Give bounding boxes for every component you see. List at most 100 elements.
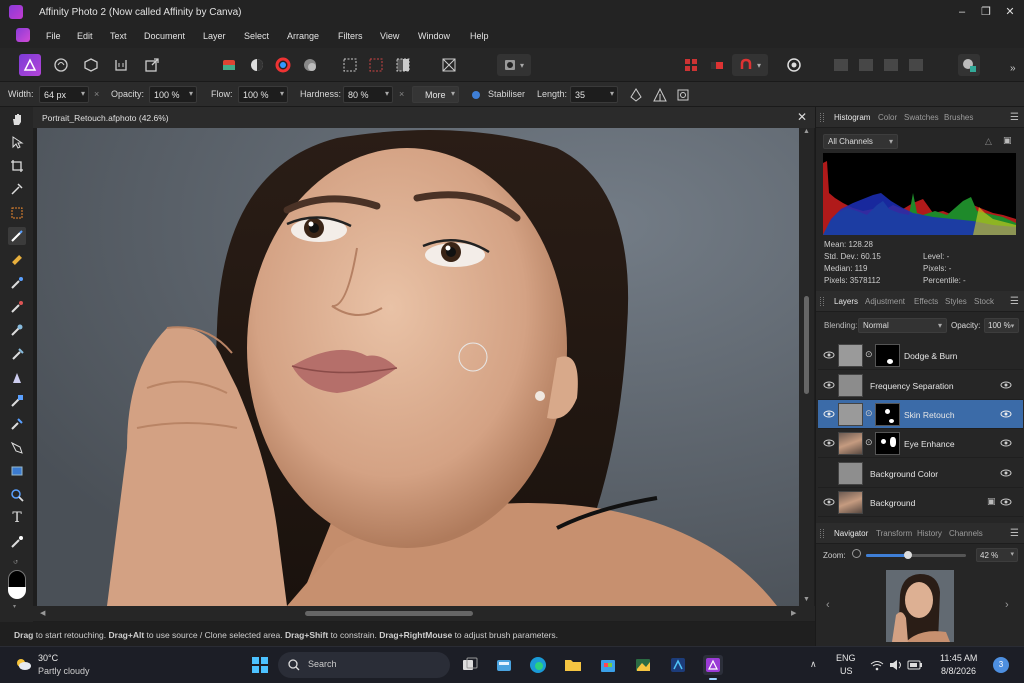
text-tool-icon[interactable]: T [8, 509, 26, 527]
language-code[interactable]: ENG [836, 653, 856, 663]
menu-filters[interactable]: Filters [338, 31, 363, 41]
language-region[interactable]: US [840, 666, 853, 676]
menu-document[interactable]: Document [144, 31, 185, 41]
edge-browser-icon[interactable] [528, 655, 548, 675]
show-hidden-icons[interactable]: ∧ [810, 659, 817, 670]
navigator-preview[interactable] [886, 570, 954, 642]
tone-mapping-persona-icon[interactable] [110, 54, 132, 76]
close-document-icon[interactable]: ✕ [797, 110, 807, 124]
microsoft-store-icon[interactable] [598, 655, 618, 675]
visibility-icon[interactable] [1000, 379, 1012, 391]
volume-icon[interactable] [889, 659, 903, 671]
tab-color[interactable]: Color [878, 113, 897, 122]
tab-histogram[interactable]: Histogram [834, 113, 870, 122]
vertical-scrollbar[interactable]: ▲ ▼ [799, 128, 814, 606]
menu-edit[interactable]: Edit [77, 31, 93, 41]
eye-icon[interactable] [823, 349, 835, 361]
navigator-prev-icon[interactable]: ‹ [826, 599, 830, 611]
mesh-warp-tool-icon[interactable] [8, 533, 26, 551]
panel-menu-icon[interactable]: ☰ [1010, 112, 1019, 123]
export-persona-icon[interactable] [141, 54, 163, 76]
auto-levels-icon[interactable] [218, 54, 240, 76]
menu-layer[interactable]: Layer [203, 31, 226, 41]
color-picker-tool-icon[interactable] [8, 180, 26, 198]
tools-expand-icon[interactable]: ▾ [13, 603, 16, 610]
tab-channels[interactable]: Channels [949, 529, 983, 538]
maximize-button[interactable]: ❐ [979, 5, 993, 19]
flood-select-tool-icon[interactable] [8, 415, 26, 433]
layer-row-background-color[interactable]: Background Color [818, 459, 1023, 488]
horizontal-scroll-thumb[interactable] [305, 611, 473, 616]
menu-select[interactable]: Select [244, 31, 269, 41]
window-mode-icon[interactable] [652, 87, 668, 103]
visibility-icon[interactable] [1000, 408, 1012, 420]
notifications-badge[interactable]: 3 [993, 657, 1009, 673]
flow-field[interactable]: 100 % ▾ [238, 86, 288, 103]
blend-mode-select[interactable]: Normal ▾ [858, 318, 947, 333]
scroll-left-icon[interactable]: ◀ [40, 609, 45, 617]
snapping-options-dropdown[interactable]: ▾ [732, 54, 768, 76]
order-backward-icon[interactable] [855, 54, 877, 76]
develop-persona-icon[interactable] [80, 54, 102, 76]
order-back-icon[interactable] [830, 54, 852, 76]
document-canvas[interactable] [37, 128, 799, 606]
selection-brush-tool-icon[interactable] [8, 204, 26, 222]
panel-menu-icon[interactable]: ☰ [1010, 296, 1019, 307]
zoom-field[interactable]: 42 % ▾ [976, 548, 1018, 562]
auto-colors-icon[interactable] [272, 54, 294, 76]
invert-selection-icon[interactable] [392, 54, 414, 76]
file-explorer-icon[interactable] [563, 655, 583, 675]
lock-icon[interactable]: ▣ [987, 496, 996, 507]
brush-options-icon[interactable] [675, 87, 691, 103]
zoom-tool-icon[interactable] [8, 486, 26, 504]
width-reset-icon[interactable]: × [94, 89, 99, 99]
tab-brushes[interactable]: Brushes [944, 113, 973, 122]
transform-icon[interactable] [438, 54, 460, 76]
retouch-brush-tool-icon[interactable] [8, 227, 26, 245]
photo-persona-icon[interactable] [19, 54, 41, 76]
opacity-field[interactable]: 100 % ▾ [149, 86, 197, 103]
clone-brush-tool-icon[interactable] [8, 274, 26, 292]
order-front-icon[interactable] [905, 54, 927, 76]
marquee-select-all-icon[interactable] [339, 54, 361, 76]
paint-brush-tool-icon[interactable] [8, 298, 26, 316]
eye-icon[interactable] [823, 496, 835, 508]
task-view-icon[interactable] [460, 655, 480, 675]
minimize-button[interactable]: – [955, 5, 969, 19]
scroll-down-icon[interactable]: ▼ [803, 596, 810, 603]
visibility-icon[interactable] [1000, 437, 1012, 449]
channel-select[interactable]: All Channels ▾ [823, 134, 898, 149]
layer-row-dodge-burn[interactable]: ⊙ Dodge & Burn [818, 341, 1023, 370]
auto-white-balance-icon[interactable] [299, 54, 321, 76]
tab-layers[interactable]: Layers [834, 297, 858, 306]
app-menu-icon[interactable] [16, 28, 30, 42]
layer-row-background[interactable]: Background ▣ [818, 488, 1023, 517]
tab-stock[interactable]: Stock [974, 297, 994, 306]
battery-icon[interactable] [907, 659, 923, 671]
healing-brush-tool-icon[interactable] [8, 251, 26, 269]
affinity-photo-taskbar-icon[interactable] [703, 655, 723, 675]
panel-grip-icon[interactable] [820, 529, 824, 538]
panel-menu-icon[interactable]: ☰ [1010, 528, 1019, 539]
pen-tool-icon[interactable] [8, 439, 26, 457]
share-icon[interactable] [958, 54, 980, 76]
crop-tool-icon[interactable] [8, 157, 26, 175]
lock-icon[interactable]: ▣ [1003, 135, 1012, 146]
layer-row-eye-enhance[interactable]: ⊙ Eye Enhance [818, 429, 1023, 458]
affinity-designer-icon[interactable] [668, 655, 688, 675]
layer-row-skin-retouch[interactable]: ⊙ Skin Retouch [818, 400, 1023, 429]
vertical-scroll-thumb[interactable] [804, 296, 809, 394]
smudge-tool-icon[interactable] [8, 345, 26, 363]
weather-icon[interactable] [14, 657, 32, 671]
layer-row-frequency-separation[interactable]: Frequency Separation [818, 371, 1023, 400]
navigator-next-icon[interactable]: › [1005, 599, 1009, 611]
eye-icon[interactable] [823, 437, 835, 449]
close-window-button[interactable]: ✕ [1003, 5, 1017, 19]
horizontal-scrollbar[interactable]: ◀ ▶ [33, 606, 815, 621]
visibility-icon[interactable] [1000, 467, 1012, 479]
tab-history[interactable]: History [917, 529, 942, 538]
auto-contrast-icon[interactable] [246, 54, 268, 76]
toolbar-overflow-icon[interactable]: » [1010, 63, 1016, 74]
taskbar-search-box[interactable]: Search [278, 652, 450, 678]
snapping-icon[interactable] [680, 54, 702, 76]
